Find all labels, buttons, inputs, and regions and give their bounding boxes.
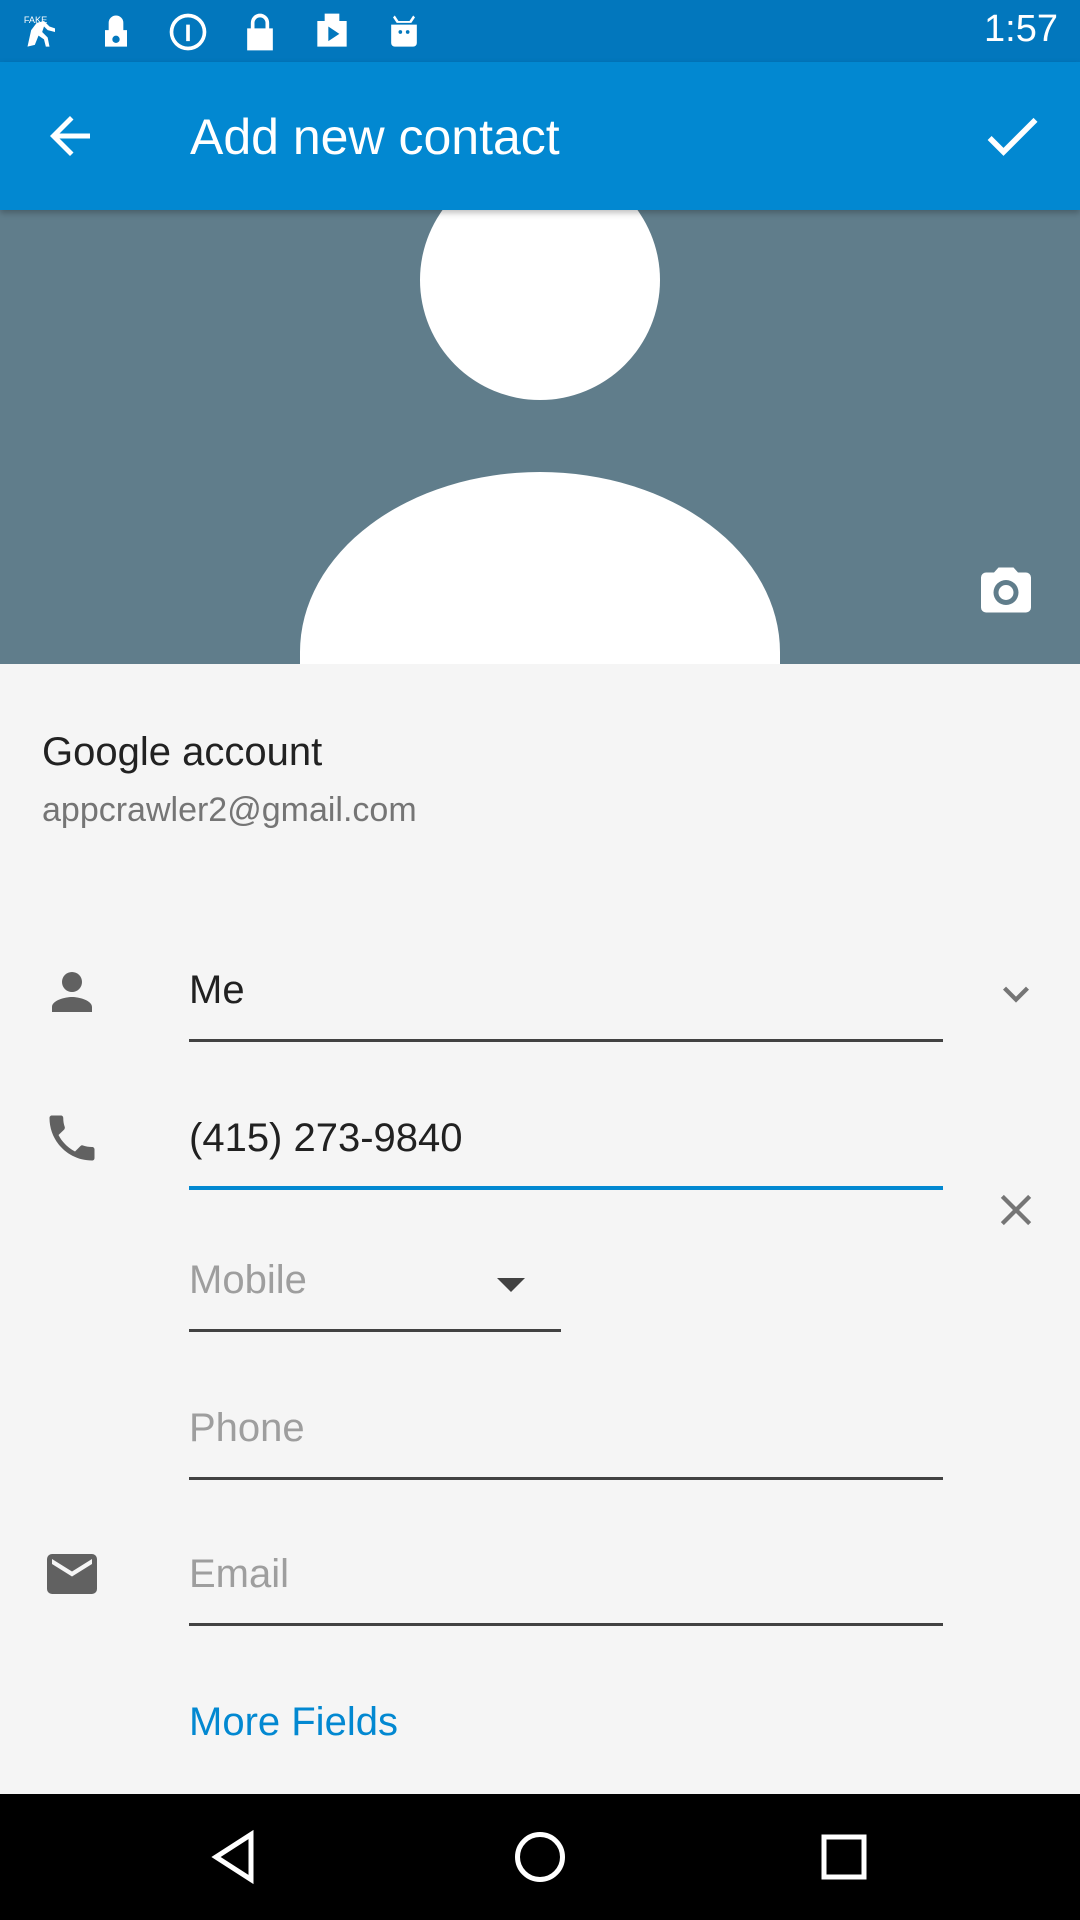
email-placeholder: Email [189, 1552, 290, 1596]
info-icon [169, 13, 207, 51]
more-fields-button[interactable]: More Fields [189, 1700, 398, 1745]
phone-input[interactable]: Phone [189, 1398, 943, 1480]
account-label: Google account [42, 730, 323, 774]
status-time: 1:57 [984, 8, 1058, 50]
alarm-icon [105, 15, 127, 47]
svg-text:FAKE: FAKE [24, 15, 47, 25]
arrow-back-icon[interactable] [40, 106, 100, 166]
status-bar: FAKE 1:57 [0, 0, 1080, 62]
email-input[interactable]: Email [189, 1544, 943, 1626]
back-triangle-icon[interactable] [206, 1827, 266, 1887]
app-bar: Add new contact [0, 62, 1080, 210]
home-circle-icon[interactable] [510, 1827, 570, 1887]
phone-placeholder: Phone [189, 1406, 305, 1450]
check-icon[interactable] [978, 102, 1046, 170]
name-value: Me [189, 968, 245, 1012]
contact-photo-area[interactable] [0, 210, 1080, 664]
play-store-icon [317, 13, 347, 47]
status-icons: FAKE [22, 10, 426, 54]
person-icon [52, 972, 92, 1012]
close-icon[interactable] [990, 1184, 1042, 1236]
camera-icon[interactable] [976, 560, 1036, 620]
name-field[interactable]: Me [189, 960, 943, 1042]
account-email: appcrawler2@gmail.com [42, 791, 417, 829]
avatar-body [300, 472, 780, 664]
recents-square-icon[interactable] [814, 1827, 874, 1887]
chevron-down-icon[interactable] [990, 968, 1042, 1020]
page-title: Add new contact [190, 109, 560, 165]
phone-icon [49, 1115, 95, 1161]
email-icon [47, 1554, 97, 1594]
phone-type-select[interactable]: Mobile [189, 1250, 561, 1332]
phone-value: (415) 273-9840 [189, 1116, 463, 1160]
android-icon [391, 15, 417, 47]
phone-field[interactable]: (415) 273-9840 [189, 1108, 943, 1190]
navigation-bar [0, 1794, 1080, 1920]
dropdown-arrow-icon [497, 1278, 525, 1292]
lock-icon [247, 13, 273, 51]
fake-gps-icon: FAKE [24, 15, 55, 47]
phone-type-value: Mobile [189, 1258, 307, 1302]
account-section: Google account appcrawler2@gmail.com [42, 730, 417, 830]
avatar-head [420, 210, 660, 400]
